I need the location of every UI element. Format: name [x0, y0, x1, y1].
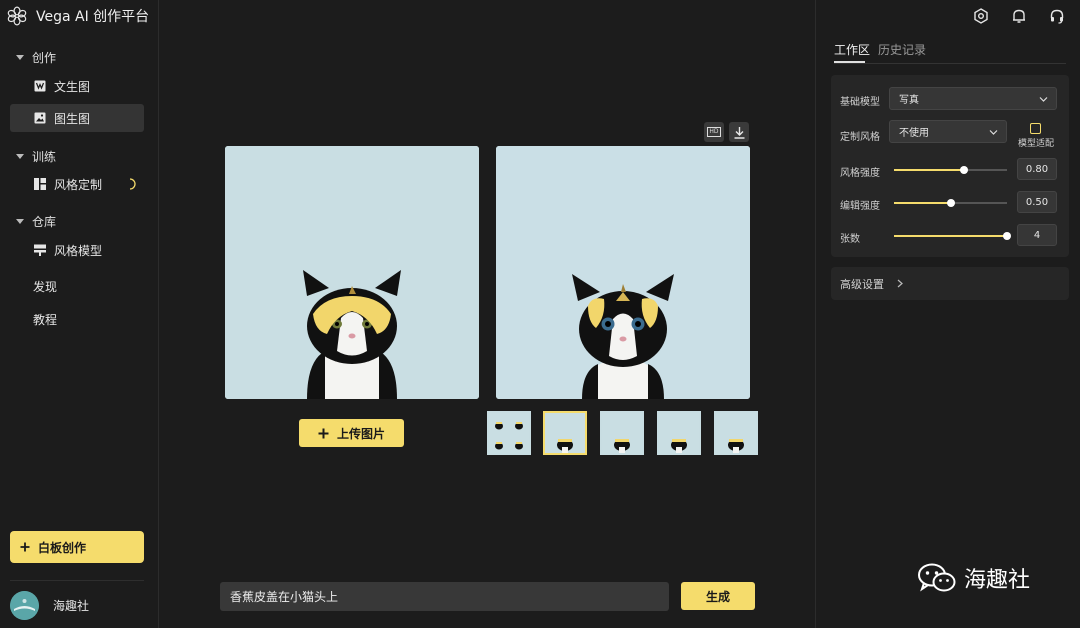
whiteboard-create-button[interactable]: 白板创作	[10, 531, 144, 563]
sidebar-item-discover[interactable]: 发现	[33, 278, 57, 295]
advanced-settings-label: 高级设置	[840, 277, 884, 291]
watermark-text: 海趣社	[964, 568, 1031, 593]
thumbnail-image-icon	[545, 413, 585, 453]
prompt-input[interactable]	[220, 582, 669, 611]
divider	[10, 580, 144, 581]
base-model-value: 写真	[899, 95, 919, 106]
avatar[interactable]	[10, 591, 39, 620]
user-profile[interactable]: 海趣社	[10, 591, 89, 620]
upload-image-button[interactable]: 上传图片	[299, 419, 404, 447]
user-name: 海趣社	[53, 599, 90, 613]
model-adapt-checkbox[interactable]	[1030, 123, 1041, 134]
thumbnail-grid[interactable]	[487, 411, 531, 455]
logo-icon	[7, 6, 27, 26]
source-image[interactable]	[225, 146, 479, 399]
slider-handle[interactable]	[946, 199, 955, 207]
section-repo[interactable]: 仓库	[16, 213, 56, 230]
image-icon	[34, 112, 46, 124]
app-title: Vega AI 创作平台	[36, 9, 150, 25]
sidebar-item-text2img[interactable]: 文生图	[10, 72, 144, 100]
edit-strength-slider[interactable]	[894, 199, 1007, 207]
slider-fill	[894, 202, 951, 204]
sidebar-item-label: 风格定制	[54, 177, 103, 192]
whiteboard-create-label: 白板创作	[38, 540, 87, 555]
section-label: 训练	[32, 150, 57, 164]
slider-fill	[894, 235, 1007, 237]
sidebar-item-style-custom[interactable]: 风格定制	[10, 170, 144, 198]
custom-style-select[interactable]: 不使用	[889, 120, 1007, 143]
avatar-image-icon	[10, 591, 39, 620]
hd-icon: HD	[707, 127, 721, 137]
style-strength-label: 风格强度	[840, 168, 880, 179]
sidebar-item-tutorial[interactable]: 教程	[33, 311, 57, 328]
hexagon-settings-icon	[974, 8, 988, 24]
edit-strength-label: 编辑强度	[840, 201, 880, 212]
count-value[interactable]: 4	[1017, 224, 1057, 246]
sidebar-item-style-model[interactable]: 风格模型	[10, 236, 144, 264]
hd-button[interactable]: HD	[704, 122, 724, 142]
sidebar-item-img2img[interactable]: 图生图	[10, 104, 144, 132]
bell-icon	[1013, 9, 1025, 23]
plus-icon	[20, 542, 30, 552]
base-model-label: 基础模型	[840, 97, 880, 108]
model-adapt-label: 模型适配	[1018, 139, 1055, 149]
generate-button[interactable]: 生成	[681, 582, 755, 610]
layout-icon	[34, 178, 46, 190]
edit-strength-value[interactable]: 0.50	[1017, 191, 1057, 213]
loading-spinner-icon	[129, 178, 136, 190]
chevron-down-icon	[989, 130, 998, 135]
sidebar-item-label: 文生图	[54, 79, 91, 94]
base-model-select[interactable]: 写真	[889, 87, 1057, 110]
notifications-button[interactable]	[1009, 6, 1029, 26]
style-strength-slider[interactable]	[894, 166, 1007, 174]
section-create[interactable]: 创作	[16, 49, 56, 66]
support-button[interactable]	[1047, 6, 1067, 26]
thumbnail-image-icon	[716, 413, 756, 453]
sidebar-item-label: 图生图	[54, 111, 91, 126]
section-label: 仓库	[32, 215, 57, 229]
thumbnail-2[interactable]	[600, 411, 644, 455]
caret-down-icon	[16, 55, 24, 60]
thumbnail-1[interactable]	[543, 411, 587, 455]
result-image[interactable]	[496, 146, 750, 399]
chevron-down-icon	[1039, 97, 1048, 102]
section-label: 创作	[32, 51, 57, 65]
count-slider[interactable]	[894, 232, 1011, 240]
watermark: 海趣社	[918, 562, 1030, 594]
text-image-icon	[34, 80, 46, 92]
headset-icon	[1050, 9, 1064, 24]
caret-down-icon	[16, 154, 24, 159]
thumbnail-4[interactable]	[714, 411, 758, 455]
cat-photo-icon	[496, 146, 750, 399]
advanced-settings[interactable]: 高级设置	[831, 267, 1069, 300]
slider-fill	[894, 169, 965, 171]
wechat-icon	[918, 563, 956, 592]
thumbnail-image-icon	[602, 413, 642, 453]
thumbnail-3[interactable]	[657, 411, 701, 455]
thumbnail-image-icon	[659, 413, 699, 453]
thumbnail-image-icon	[489, 413, 529, 453]
style-strength-value[interactable]: 0.80	[1017, 158, 1057, 180]
slider-handle[interactable]	[960, 166, 969, 174]
sidebar: Vega AI 创作平台 创作 文生图 图生图 训练 风格定制 仓库 风格模型 …	[0, 0, 159, 628]
tab-workspace[interactable]: 工作区	[834, 41, 870, 58]
divider	[834, 63, 1066, 64]
brand[interactable]: Vega AI 创作平台	[6, 4, 149, 28]
slider-handle[interactable]	[1003, 232, 1011, 240]
download-button[interactable]	[729, 122, 749, 142]
download-icon	[734, 126, 744, 139]
section-train[interactable]: 训练	[16, 148, 56, 165]
sidebar-item-label: 风格模型	[54, 243, 103, 258]
custom-style-label: 定制风格	[840, 132, 880, 143]
cat-photo-icon	[225, 146, 479, 399]
upload-image-label: 上传图片	[336, 426, 385, 441]
settings-button[interactable]	[971, 6, 991, 26]
plus-icon	[318, 428, 329, 438]
chevron-right-icon	[897, 279, 903, 288]
caret-down-icon	[16, 219, 24, 224]
custom-style-value: 不使用	[899, 128, 929, 139]
count-label: 张数	[840, 234, 860, 245]
model-icon	[34, 244, 46, 256]
tab-history[interactable]: 历史记录	[878, 41, 926, 58]
